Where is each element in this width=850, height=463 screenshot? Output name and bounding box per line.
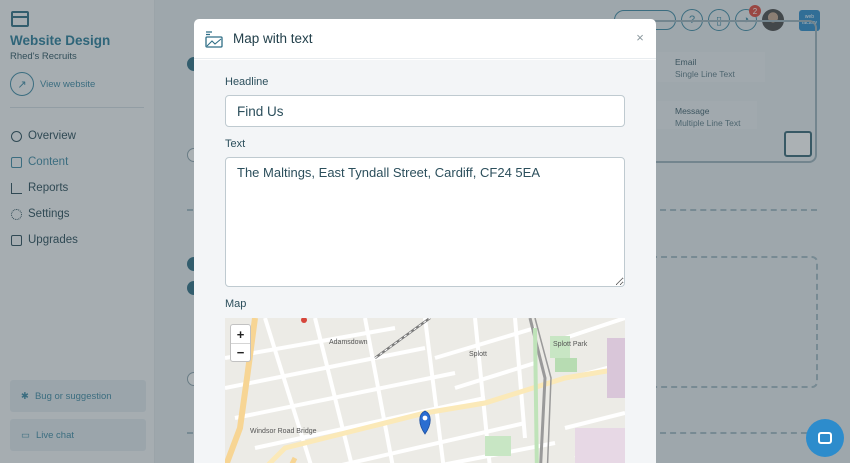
close-icon[interactable]: × (632, 30, 648, 46)
map-label: Map (225, 298, 247, 310)
svg-text:Splott: Splott (469, 351, 487, 358)
zoom-in-button[interactable]: + (231, 325, 250, 343)
headline-label: Headline (225, 76, 269, 88)
text-textarea[interactable]: The Maltings, East Tyndall Street, Cardi… (225, 157, 625, 287)
map-view[interactable]: Adamsdown Splott Splott Park Windsor Roa… (225, 318, 625, 463)
map-zoom-control: + − (230, 324, 251, 362)
modal-header: Map with text (194, 19, 656, 59)
modal-body: Headline Text The Maltings, East Tyndall… (194, 60, 656, 463)
map-tiles: Adamsdown Splott Splott Park Windsor Roa… (225, 318, 625, 463)
chat-bubble-icon (818, 432, 832, 444)
text-label: Text (225, 138, 246, 150)
modal-title: Map with text (233, 31, 313, 46)
zoom-out-button[interactable]: − (231, 343, 250, 361)
headline-input[interactable] (225, 95, 625, 127)
map-with-text-modal: Map with text × Headline Text The Maltin… (194, 19, 656, 463)
map-text-icon (205, 30, 223, 48)
svg-text:Splott Park: Splott Park (553, 341, 588, 348)
chat-launcher-button[interactable] (806, 419, 844, 457)
svg-text:Adamsdown: Adamsdown (329, 339, 368, 346)
svg-text:Windsor Road Bridge: Windsor Road Bridge (250, 428, 317, 435)
